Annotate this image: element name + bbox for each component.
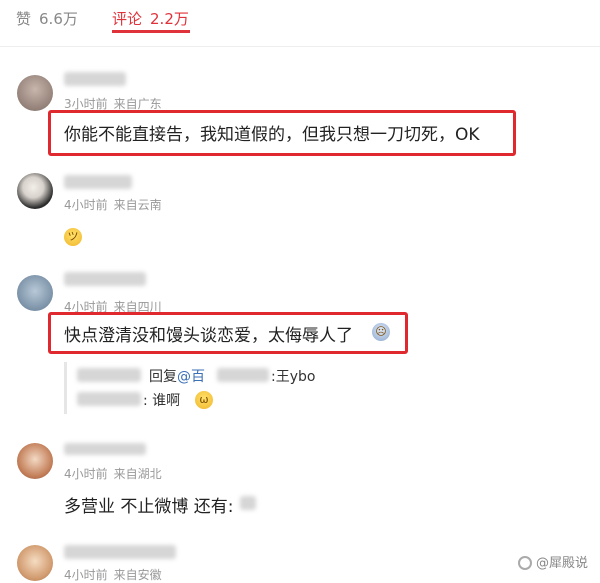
sob-emoji-icon: ☹ <box>372 323 390 341</box>
comment-text: 快点澄清没和馒头谈恋爱，太侮辱人了 <box>64 326 353 346</box>
tab-likes[interactable]: 赞 6.6万 <box>16 8 78 29</box>
reply-username-redacted[interactable] <box>77 392 141 406</box>
reply-username-redacted[interactable] <box>77 368 141 382</box>
reply-prefix: 回复 <box>149 369 177 385</box>
active-tab-indicator <box>112 30 190 33</box>
reply-suffix: :王ybo <box>271 369 316 385</box>
watermark-logo-icon <box>517 556 532 570</box>
comment-location: 来自云南 <box>113 198 162 212</box>
username-redacted[interactable] <box>64 175 132 189</box>
reaction-tabs: 赞 6.6万 评论 2.2万 <box>0 0 600 34</box>
comment-meta: 4小时前 来自云南 <box>64 196 162 213</box>
smirk-emoji-icon: ツ <box>64 228 82 246</box>
comment-time: 4小时前 <box>64 568 108 582</box>
avatar[interactable] <box>17 275 53 311</box>
comment-text: 多营业 不止微博 还有: <box>64 497 234 517</box>
comment-text: 你能不能直接告，我知道假的，但我只想一刀切死，OK <box>64 125 480 145</box>
avatar[interactable] <box>17 545 53 581</box>
reply-line: 回复@百 <box>149 366 205 386</box>
comment-meta: 4小时前 来自安徽 <box>64 566 162 583</box>
reply-mention[interactable]: @百 <box>177 369 205 385</box>
likes-label: 赞 <box>16 10 32 28</box>
comment-location: 来自湖北 <box>113 467 162 481</box>
comment-time: 3小时前 <box>64 97 108 111</box>
username-redacted[interactable] <box>64 545 176 559</box>
avatar[interactable] <box>17 443 53 479</box>
username-redacted[interactable] <box>64 443 146 455</box>
comment-time: 4小时前 <box>64 198 108 212</box>
comment-meta: 4小时前 来自湖北 <box>64 465 162 482</box>
comment-time: 4小时前 <box>64 467 108 481</box>
username-redacted[interactable] <box>64 72 126 86</box>
comment-location: 来自安徽 <box>113 568 162 582</box>
comments-count: 2.2万 <box>150 10 189 28</box>
likes-count: 6.6万 <box>39 10 78 28</box>
cat-emoji-icon: ω <box>195 391 213 409</box>
watermark: @犀殿说 <box>517 552 588 571</box>
username-redacted[interactable] <box>64 272 146 286</box>
avatar[interactable] <box>17 75 53 111</box>
reply-text: : 谁啊 <box>143 393 181 409</box>
comments-label: 评论 <box>112 10 143 28</box>
avatar[interactable] <box>17 173 53 209</box>
comment-location: 来自广东 <box>113 97 162 111</box>
divider <box>0 46 600 47</box>
tab-comments[interactable]: 评论 2.2万 <box>112 8 189 29</box>
watermark-text: @犀殿说 <box>535 556 588 571</box>
mention-redacted <box>217 368 269 382</box>
reply-thread: 回复@百 :王ybo : 谁啊 ω <box>64 362 367 414</box>
text-redacted <box>240 496 256 510</box>
